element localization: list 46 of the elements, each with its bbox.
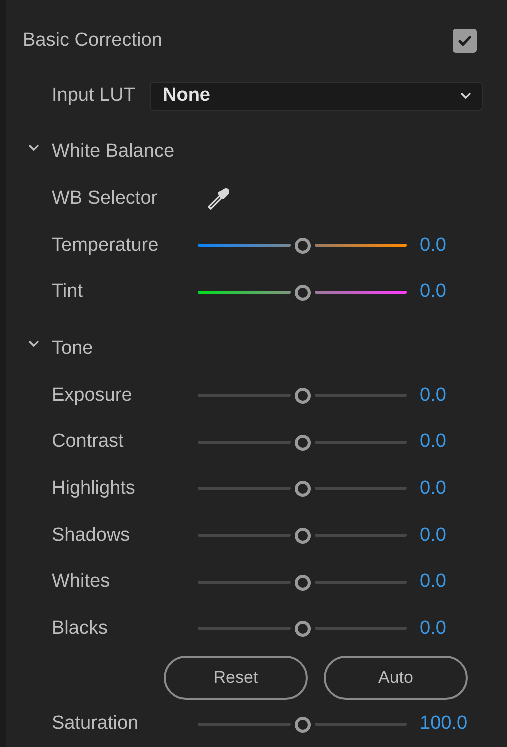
slider-track[interactable] (198, 481, 407, 498)
action-button[interactable]: Reset (164, 656, 308, 700)
section-title: Tone (52, 337, 94, 362)
slider-track[interactable] (198, 574, 407, 591)
row-label: Contrast (52, 430, 125, 454)
chevron-down-icon (460, 92, 472, 100)
slider-track[interactable] (198, 621, 407, 638)
field-label: Input LUT (52, 84, 136, 108)
section-title: White Balance (52, 140, 175, 164)
slider-track[interactable] (198, 238, 407, 254)
row-label: Exposure (52, 384, 134, 408)
slider-track[interactable] (198, 434, 407, 451)
value-readout[interactable]: 0.0 (420, 428, 446, 457)
slider-thumb[interactable] (294, 284, 310, 301)
slider-thumb[interactable] (294, 388, 310, 404)
row-label: Shadows (52, 524, 132, 548)
value-readout[interactable]: 0.0 (420, 278, 446, 307)
value-readout[interactable]: 0.0 (420, 522, 446, 550)
slider-thumb[interactable] (294, 528, 310, 544)
value-readout[interactable]: 100.0 (420, 710, 468, 739)
slider-track[interactable] (198, 388, 407, 404)
slider-thumb[interactable] (294, 238, 310, 254)
slider-thumb[interactable] (294, 574, 310, 591)
row-label: WB Selector (52, 187, 159, 212)
row-label: Saturation (52, 712, 140, 736)
value-readout[interactable]: 0.0 (420, 232, 446, 260)
slider-track[interactable] (198, 528, 407, 544)
lut-dropdown[interactable]: None (150, 82, 483, 110)
action-button[interactable]: Auto (324, 656, 468, 700)
row-label: Highlights (52, 477, 136, 502)
value-readout[interactable]: 0.0 (420, 615, 446, 644)
row-label: Blacks (52, 617, 109, 642)
value-readout[interactable]: 0.0 (420, 382, 446, 410)
value-readout[interactable]: 0.0 (420, 568, 446, 597)
slider-thumb[interactable] (294, 621, 310, 638)
row-label: Whites (52, 570, 112, 594)
row-label: Temperature (52, 234, 160, 258)
slider-thumb[interactable] (294, 434, 310, 451)
row-label: Tint (52, 280, 84, 304)
panel-title: Basic Correction (23, 29, 164, 54)
enable-checkbox[interactable] (453, 29, 477, 54)
slider-track[interactable] (198, 716, 407, 733)
slider-track[interactable] (198, 284, 407, 301)
slider-thumb[interactable] (294, 481, 310, 498)
slider-thumb[interactable] (294, 716, 310, 733)
value-readout[interactable]: 0.0 (420, 475, 446, 504)
